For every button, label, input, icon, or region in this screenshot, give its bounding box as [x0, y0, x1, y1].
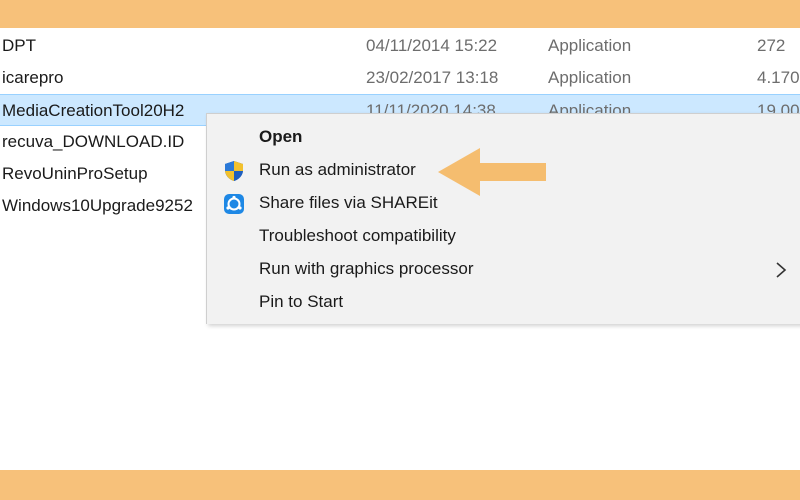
menu-item-label: Open	[259, 127, 303, 146]
file-name: DPT	[2, 36, 36, 55]
file-list-view: DPT 04/11/2014 15:22 Application 272 ica…	[0, 28, 800, 470]
uac-shield-icon	[223, 160, 245, 182]
menu-item-label: Troubleshoot compatibility	[259, 226, 456, 245]
highlight-arrow-icon	[438, 148, 546, 196]
file-row-dpt[interactable]: DPT 04/11/2014 15:22 Application 272	[0, 30, 800, 62]
file-name: icarepro	[2, 68, 64, 87]
file-type: Application	[548, 68, 632, 87]
file-type: Application	[548, 36, 632, 55]
top-frame-band	[0, 0, 800, 28]
context-menu: Open Run as administrator Share files vi…	[206, 113, 800, 324]
chevron-right-icon	[773, 260, 789, 280]
file-size: 4.170	[757, 68, 800, 87]
menu-item-run-with-graphics-processor[interactable]: Run with graphics processor	[207, 254, 800, 287]
menu-item-troubleshoot-compatibility[interactable]: Troubleshoot compatibility	[207, 221, 800, 254]
file-name: Windows10Upgrade9252	[2, 196, 193, 215]
file-name: MediaCreationTool20H2	[2, 101, 185, 120]
menu-item-label: Share files via SHAREit	[259, 193, 438, 212]
menu-item-label: Run with graphics processor	[259, 259, 474, 278]
file-date: 04/11/2014 15:22	[366, 36, 498, 55]
file-row-icarepro[interactable]: icarepro 23/02/2017 13:18 Application 4.…	[0, 62, 800, 94]
shareit-icon	[223, 193, 245, 215]
file-size: 272	[757, 36, 786, 55]
file-name: RevoUninProSetup	[2, 164, 148, 183]
bottom-frame-band	[0, 470, 800, 500]
menu-item-pin-to-start[interactable]: Pin to Start	[207, 287, 800, 320]
file-name: recuva_DOWNLOAD.ID	[2, 132, 185, 151]
file-date: 23/02/2017 13:18	[366, 68, 499, 87]
menu-item-label: Run as administrator	[259, 160, 416, 179]
menu-item-label: Pin to Start	[259, 292, 344, 311]
